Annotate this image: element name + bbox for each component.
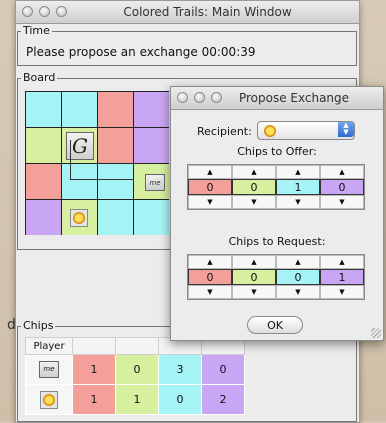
decrement-arrow-icon[interactable]: ▼ xyxy=(232,285,276,299)
increment-arrow-icon[interactable]: ▲ xyxy=(320,165,364,179)
decrement-arrow-icon[interactable]: ▼ xyxy=(232,195,276,209)
time-status-text: Please propose an exchange 00:00:39 xyxy=(26,45,256,59)
board-cell[interactable] xyxy=(26,92,61,127)
request-label: Chips to Request: xyxy=(228,235,326,248)
ok-button[interactable]: OK xyxy=(247,316,303,334)
chip-count-cyan: 0 xyxy=(158,384,202,415)
chip-value: 0 xyxy=(232,269,276,285)
board-cell[interactable] xyxy=(134,92,169,127)
propose-exchange-dialog: Propose Exchange Recipient: ▲ ▼ Chips to … xyxy=(170,86,384,341)
chip-value: 0 xyxy=(320,179,364,195)
chip-count-purple: 0 xyxy=(201,354,245,385)
board-cell[interactable] xyxy=(98,92,133,127)
decrement-arrow-icon[interactable]: ▼ xyxy=(188,285,232,299)
chip-count-purple: 2 xyxy=(201,384,245,415)
dialog-titlebar[interactable]: Propose Exchange xyxy=(171,87,383,110)
increment-arrow-icon[interactable]: ▲ xyxy=(276,255,320,269)
path-line-vertical xyxy=(70,140,71,180)
opponent-piece xyxy=(70,209,88,227)
decrement-arrow-icon[interactable]: ▼ xyxy=(276,195,320,209)
chip-value: 0 xyxy=(276,269,320,285)
decrement-arrow-icon[interactable]: ▼ xyxy=(320,195,364,209)
chip-value: 0 xyxy=(188,269,232,285)
increment-arrow-icon[interactable]: ▲ xyxy=(232,255,276,269)
header-col xyxy=(72,337,116,355)
recipient-select[interactable]: ▲ ▼ xyxy=(257,121,355,140)
board-cell[interactable] xyxy=(98,164,133,199)
header-player: Player xyxy=(25,337,73,355)
board-group-label: Board xyxy=(21,71,58,84)
me-icon: me xyxy=(39,361,59,378)
board-cell[interactable] xyxy=(62,92,97,127)
board-cell[interactable] xyxy=(26,200,61,235)
select-arrows-icon: ▲ ▼ xyxy=(338,122,354,137)
chips-table: Player me 1 0 3 0 1 1 0 2 xyxy=(25,337,245,415)
increment-arrow-icon[interactable]: ▲ xyxy=(276,165,320,179)
increment-arrow-icon[interactable]: ▲ xyxy=(188,165,232,179)
sun-icon xyxy=(73,212,85,224)
board-cell[interactable] xyxy=(134,200,169,235)
window-title: Colored Trails: Main Window xyxy=(123,5,292,19)
decrement-arrow-icon[interactable]: ▼ xyxy=(276,285,320,299)
sun-icon xyxy=(264,125,276,137)
main-titlebar[interactable]: Colored Trails: Main Window xyxy=(16,1,359,24)
increment-arrow-icon[interactable]: ▲ xyxy=(320,255,364,269)
board-cell[interactable] xyxy=(26,164,61,199)
chip-count-green: 0 xyxy=(115,354,159,385)
table-row: me 1 0 3 0 xyxy=(25,354,245,385)
me-piece: me xyxy=(145,174,165,191)
offer-chip-set: ▲ ▲ ▲ ▲ 0 0 1 0 ▼ ▼ ▼ ▼ xyxy=(187,164,365,210)
table-row: 1 1 0 2 xyxy=(25,384,245,415)
board-grid: Gme xyxy=(25,91,169,235)
chip-count-red: 1 xyxy=(72,384,116,415)
sun-player-icon xyxy=(40,390,58,409)
sun-icon xyxy=(43,393,55,406)
resize-grip-icon[interactable] xyxy=(371,328,381,338)
player-me-cell: me xyxy=(25,354,73,385)
chip-value: 0 xyxy=(188,179,232,195)
increment-arrow-icon[interactable]: ▲ xyxy=(188,255,232,269)
board-cell[interactable] xyxy=(62,200,97,235)
decrement-arrow-icon[interactable]: ▼ xyxy=(320,285,364,299)
chip-count-green: 1 xyxy=(115,384,159,415)
path-line-horizontal xyxy=(70,179,134,180)
board-cell[interactable]: me xyxy=(134,164,169,199)
chip-value: 1 xyxy=(320,269,364,285)
board-cell[interactable] xyxy=(134,128,169,163)
offer-label: Chips to Offer: xyxy=(237,145,317,158)
board-cell[interactable]: G xyxy=(62,128,97,163)
chips-group-label: Chips xyxy=(21,319,56,332)
time-group: Time Please propose an exchange 00:00:39 xyxy=(17,24,357,66)
time-group-label: Time xyxy=(21,24,52,37)
chip-value: 0 xyxy=(232,179,276,195)
board-cell[interactable] xyxy=(98,200,133,235)
chip-count-red: 1 xyxy=(72,354,116,385)
request-chip-set: ▲ ▲ ▲ ▲ 0 0 0 1 ▼ ▼ ▼ ▼ xyxy=(187,254,365,300)
board-cell[interactable] xyxy=(26,128,61,163)
decrement-arrow-icon[interactable]: ▼ xyxy=(188,195,232,209)
board-cell[interactable] xyxy=(62,164,97,199)
increment-arrow-icon[interactable]: ▲ xyxy=(232,165,276,179)
header-col xyxy=(115,337,159,355)
chip-value: 1 xyxy=(276,179,320,195)
board-cell[interactable] xyxy=(98,128,133,163)
player-sun-cell xyxy=(25,384,73,415)
dialog-title: Propose Exchange xyxy=(238,91,350,105)
recipient-label: Recipient: xyxy=(197,125,252,138)
chip-count-cyan: 3 xyxy=(158,354,202,385)
